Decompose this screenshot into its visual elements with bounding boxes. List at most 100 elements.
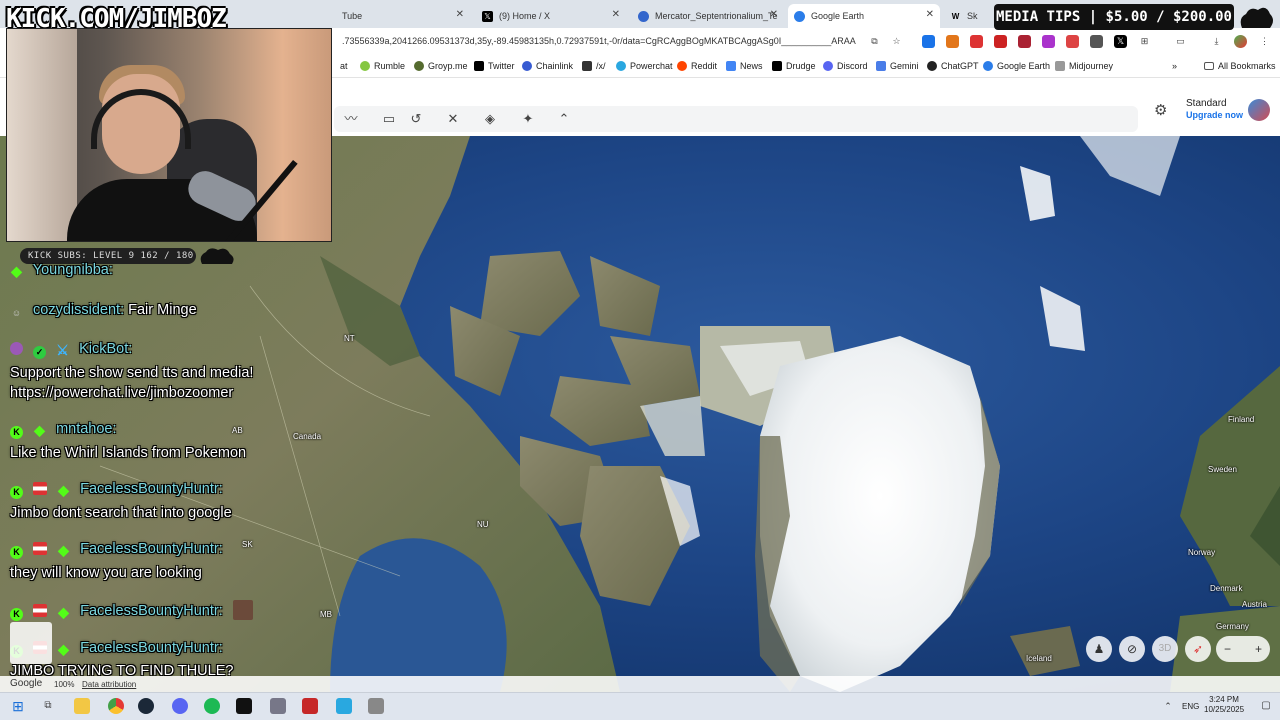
bookmark-reddit[interactable]: Reddit: [677, 61, 717, 71]
tab-google-earth[interactable]: Google Earth ✕: [788, 4, 940, 28]
star-icon[interactable]: ☆: [890, 35, 903, 48]
bookmark-groyp[interactable]: Groyp.me: [414, 61, 468, 71]
language-indicator[interactable]: ENG: [1182, 702, 1199, 711]
upgrade-link[interactable]: Upgrade now: [1186, 110, 1243, 120]
bookmark-twitter[interactable]: Twitter: [474, 61, 515, 71]
chat-text: Jimbo dont search that into google: [10, 505, 232, 521]
data-attribution-link[interactable]: Data attribution: [82, 680, 136, 689]
zoom-in-icon[interactable]: +: [1255, 636, 1262, 662]
bookmark-powerchat[interactable]: Powerchat: [616, 61, 673, 71]
bookmark-news[interactable]: News: [726, 61, 763, 71]
moderator-badge-icon: [10, 342, 23, 355]
bookmark-google-earth[interactable]: Google Earth: [983, 61, 1050, 71]
more-menu-icon[interactable]: ⋮: [1258, 35, 1271, 48]
bookmark-item[interactable]: at: [340, 61, 348, 71]
map-label-ab: AB: [232, 426, 243, 435]
open-in-app-icon[interactable]: ⧉: [868, 35, 881, 48]
map-label-germany: Germany: [1216, 622, 1249, 631]
map-label-nu: NU: [477, 520, 489, 529]
notification-icon[interactable]: ▢: [1258, 698, 1274, 714]
toggle-3d-button[interactable]: 3D: [1152, 636, 1178, 662]
drudge-icon: [772, 61, 782, 71]
extension-icon[interactable]: [1090, 35, 1103, 48]
bookmarks-overflow[interactable]: »: [1172, 61, 1177, 71]
app-icon[interactable]: [302, 698, 318, 714]
close-icon[interactable]: ✕: [456, 9, 464, 20]
map-style-label: Standard: [1186, 98, 1227, 109]
profile-avatar[interactable]: [1234, 35, 1247, 48]
windows-start-icon[interactable]: ⊞: [10, 698, 26, 714]
tab-title: (9) Home / X: [499, 11, 551, 21]
tray-chevron-icon[interactable]: ⌃: [1160, 698, 1176, 714]
map-label-austria: Austria: [1242, 600, 1267, 609]
pegman-icon[interactable]: ♟: [1086, 636, 1112, 662]
tilt-icon[interactable]: ⊘: [1119, 636, 1145, 662]
chat-username: FacelessBountyHuntr:: [80, 481, 223, 497]
download-icon[interactable]: ⤓: [1210, 35, 1223, 48]
bookmark-gemini[interactable]: Gemini: [876, 61, 919, 71]
compass-icon[interactable]: ➶: [1185, 636, 1211, 662]
tab-title: Google Earth: [811, 11, 865, 21]
sparkle-icon[interactable]: ✦: [520, 111, 536, 127]
windows-taskbar: [0, 692, 1280, 720]
chat-message: K ◆ mntahoe:: [10, 421, 117, 439]
map-controls: ♟ ⊘ 3D ➶ − +: [1086, 636, 1272, 662]
map-label-norway: Norway: [1188, 548, 1216, 557]
folder-icon: [1204, 62, 1214, 70]
close-icon[interactable]: ✕: [926, 9, 934, 20]
kick-badge-icon: K: [10, 486, 23, 499]
chevron-up-icon[interactable]: ⌃: [556, 111, 572, 127]
app-icon[interactable]: [368, 698, 384, 714]
x-logo-icon[interactable]: 𝕏: [1114, 35, 1127, 48]
close-icon[interactable]: ✕: [612, 9, 620, 20]
extension-icon[interactable]: [1066, 35, 1079, 48]
tab-youtube[interactable]: Tube ✕: [336, 4, 470, 28]
tab-title: Sk: [967, 11, 978, 21]
bookmark-midjourney[interactable]: Midjourney: [1055, 61, 1113, 71]
layers-icon[interactable]: ◈: [482, 111, 498, 127]
chrome-icon[interactable]: [108, 698, 124, 714]
bookmark-x-board[interactable]: /x/: [582, 61, 606, 71]
bookmark-drudge[interactable]: Drudge: [772, 61, 816, 71]
search-icon: [876, 61, 886, 71]
bookmark-discord[interactable]: Discord: [823, 61, 868, 71]
metamask-icon[interactable]: [946, 35, 959, 48]
spotify-icon[interactable]: [204, 698, 220, 714]
settings-gear-icon[interactable]: ⚙: [1154, 101, 1167, 119]
extension-icon[interactable]: [1042, 35, 1055, 48]
terminal-icon[interactable]: [236, 698, 252, 714]
all-bookmarks[interactable]: All Bookmarks: [1204, 61, 1276, 71]
groyp-icon: [414, 61, 424, 71]
close-icon[interactable]: ✕: [770, 9, 778, 20]
satellite-icon[interactable]: ✕: [445, 111, 461, 127]
media-tips-goal: MEDIA TIPS | $5.00 / $200.00: [994, 4, 1234, 30]
extension-icon[interactable]: [1018, 35, 1031, 48]
zoom-out-icon[interactable]: −: [1224, 636, 1231, 662]
chat-link[interactable]: https://powerchat.live/jimbozoomer: [10, 385, 233, 401]
steam-icon[interactable]: [138, 698, 154, 714]
bookmark-rumble[interactable]: Rumble: [360, 61, 405, 71]
sub-badge-icon: ◆: [58, 641, 69, 657]
extension-icon[interactable]: [994, 35, 1007, 48]
tab-mercator[interactable]: Mercator_Septentrionalium_Te ✕: [632, 4, 784, 28]
task-view-icon[interactable]: ⧉: [40, 698, 56, 714]
discord-icon[interactable]: [172, 698, 188, 714]
puzzle-icon[interactable]: ⊞: [1138, 35, 1151, 48]
extension-icon[interactable]: [970, 35, 983, 48]
telegram-icon[interactable]: [336, 698, 352, 714]
history-icon[interactable]: ↺: [408, 111, 424, 127]
bookmark-chainlink[interactable]: Chainlink: [522, 61, 573, 71]
app-icon[interactable]: [270, 698, 286, 714]
file-explorer-icon[interactable]: [74, 698, 90, 714]
url-field[interactable]: .73556339a,2041266.09531373d,35y,-89.459…: [342, 36, 856, 46]
measure-path-icon[interactable]: 〰: [343, 111, 359, 127]
tab-wikipedia[interactable]: W Sk: [944, 4, 990, 28]
cast-icon[interactable]: ▭: [1174, 35, 1187, 48]
account-avatar[interactable]: [1248, 99, 1270, 121]
extension-icon[interactable]: [922, 35, 935, 48]
ruler-icon[interactable]: ▭: [381, 111, 397, 127]
system-clock[interactable]: 3:24 PM 10/25/2025: [1204, 695, 1244, 715]
sub-badge-icon: ◆: [58, 604, 69, 620]
tab-x-home[interactable]: 𝕏 (9) Home / X ✕: [476, 4, 626, 28]
bookmark-chatgpt[interactable]: ChatGPT: [927, 61, 979, 71]
